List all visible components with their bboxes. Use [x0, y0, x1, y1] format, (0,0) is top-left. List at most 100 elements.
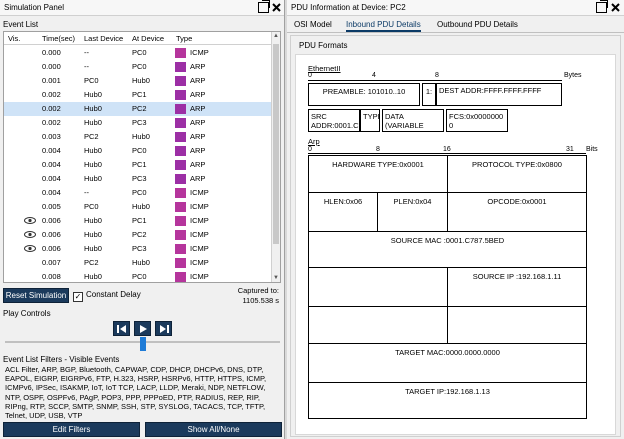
event-at-device: Hub0 [132, 258, 150, 267]
event-type: ICMP [190, 272, 209, 281]
scroll-down-icon[interactable]: ▼ [273, 275, 279, 281]
event-time: 0.006 [42, 230, 61, 239]
event-list-table[interactable]: Vis. Time(sec) Last Device At Device Typ… [3, 31, 281, 283]
event-at-device: PC3 [132, 244, 147, 253]
event-last-device: Hub0 [84, 230, 102, 239]
pdu-panel-title: PDU Information at Device: PC2 [291, 3, 406, 12]
table-header: Vis. Time(sec) Last Device At Device Typ… [4, 32, 272, 45]
event-time: 0.003 [42, 132, 61, 141]
table-row[interactable]: 0.006 Hub0 PC2 ICMP [4, 228, 272, 242]
fcs-field: FCS:0x0000000 0 [446, 109, 508, 132]
table-row[interactable]: 0.003 PC2 Hub0 ARP [4, 130, 272, 144]
table-row[interactable]: 0.001 PC0 Hub0 ARP [4, 74, 272, 88]
event-last-device: -- [84, 188, 89, 197]
event-type: ICMP [190, 230, 209, 239]
arp-unit-label: Bits [586, 146, 598, 153]
event-last-device: -- [84, 48, 89, 57]
col-time[interactable]: Time(sec) [42, 34, 75, 43]
eth-tick-8: 8 [435, 72, 439, 79]
plen-field: PLEN:0x04 [377, 192, 448, 232]
edit-filters-button[interactable]: Edit Filters [3, 422, 140, 437]
show-all-none-button[interactable]: Show All/None [145, 422, 282, 437]
eye-icon[interactable] [24, 245, 36, 252]
close-icon[interactable] [271, 2, 282, 13]
source-mac-cont-field [308, 267, 448, 307]
table-row[interactable]: 0.006 Hub0 PC3 ICMP [4, 242, 272, 256]
step-back-button[interactable] [113, 321, 130, 336]
tab-outbound-pdu-details[interactable]: Outbound PDU Details [437, 20, 518, 29]
sfd-field: 1: [422, 83, 436, 106]
col-type[interactable]: Type [176, 34, 192, 43]
event-at-device: PC3 [132, 174, 147, 183]
event-type: ICMP [190, 216, 209, 225]
event-last-device: Hub0 [84, 244, 102, 253]
event-color-swatch [175, 48, 186, 58]
event-at-device: PC1 [132, 160, 147, 169]
event-color-swatch [175, 216, 186, 226]
event-time: 0.002 [42, 104, 61, 113]
play-button[interactable] [134, 321, 151, 336]
table-row[interactable]: 0.000 -- PC0 ARP [4, 60, 272, 74]
event-last-device: Hub0 [84, 216, 102, 225]
table-row[interactable]: 0.007 PC2 Hub0 ICMP [4, 256, 272, 270]
table-row[interactable]: 0.006 Hub0 PC1 ICMP [4, 214, 272, 228]
event-list-scrollbar[interactable]: ▲ ▼ [271, 32, 280, 282]
table-row[interactable]: 0.002 Hub0 PC1 ARP [4, 88, 272, 102]
protocol-type-field: PROTOCOL TYPE:0x0800 [447, 155, 587, 193]
undock-icon[interactable] [258, 0, 270, 13]
event-at-device: Hub0 [132, 202, 150, 211]
event-color-swatch [175, 174, 186, 184]
col-vis[interactable]: Vis. [8, 34, 20, 43]
pdu-formats-label: PDU Formats [299, 41, 348, 50]
event-last-device: Hub0 [84, 146, 102, 155]
event-color-swatch [175, 90, 186, 100]
reset-simulation-button[interactable]: Reset Simulation [3, 288, 69, 303]
event-type: ARP [190, 62, 206, 71]
undock-icon[interactable] [596, 0, 608, 13]
event-color-swatch [175, 76, 186, 86]
step-forward-button[interactable] [155, 321, 172, 336]
event-last-device: -- [84, 62, 89, 71]
playback-slider-thumb[interactable] [140, 337, 146, 351]
scrollbar-thumb[interactable] [273, 44, 279, 244]
table-row[interactable]: 0.004 -- PC0 ICMP [4, 186, 272, 200]
ethernet-label: EthernetII [308, 64, 341, 73]
eye-icon[interactable] [24, 217, 36, 224]
event-at-device: PC2 [132, 230, 147, 239]
eye-icon[interactable] [24, 231, 36, 238]
event-color-swatch [175, 258, 186, 268]
table-row[interactable]: 0.004 Hub0 PC1 ARP [4, 158, 272, 172]
tab-inbound-pdu-details[interactable]: Inbound PDU Details [346, 20, 421, 32]
preamble-field: PREAMBLE: 101010..10 [308, 83, 420, 106]
event-last-device: PC2 [84, 132, 99, 141]
event-last-device: Hub0 [84, 118, 102, 127]
src-addr-field: SRC ADDR:0001.C787.5B [308, 109, 360, 132]
event-at-device: PC0 [132, 146, 147, 155]
event-type: ARP [190, 90, 206, 99]
event-time: 0.008 [42, 272, 61, 281]
event-time: 0.004 [42, 188, 61, 197]
arp-tick-31: 31 [566, 146, 574, 153]
table-row[interactable]: 0.002 Hub0 PC2 ARP [4, 102, 272, 116]
tab-osi-model[interactable]: OSI Model [294, 20, 332, 29]
table-row[interactable]: 0.002 Hub0 PC3 ARP [4, 116, 272, 130]
checkmark-icon[interactable]: ✓ [73, 292, 83, 302]
eth-ruler [308, 80, 562, 81]
table-row[interactable]: 0.004 Hub0 PC0 ARP [4, 144, 272, 158]
col-at-device[interactable]: At Device [132, 34, 164, 43]
constant-delay-checkbox[interactable]: ✓ Constant Delay [73, 290, 141, 302]
table-row[interactable]: 0.005 PC0 Hub0 ICMP [4, 200, 272, 214]
event-time: 0.004 [42, 174, 61, 183]
table-row[interactable]: 0.004 Hub0 PC3 ARP [4, 172, 272, 186]
col-last-device[interactable]: Last Device [84, 34, 123, 43]
simulation-panel-titlebar: Simulation Panel [0, 0, 284, 16]
table-row[interactable]: 0.000 -- PC0 ICMP [4, 46, 272, 60]
table-row[interactable]: 0.008 Hub0 PC0 ICMP [4, 270, 272, 282]
event-time: 0.005 [42, 202, 61, 211]
close-icon[interactable] [610, 2, 621, 13]
event-color-swatch [175, 202, 186, 212]
arp-tick-0: 0 [308, 146, 312, 153]
filters-title: Event List Filters - Visible Events [3, 355, 120, 364]
scroll-up-icon[interactable]: ▲ [273, 33, 279, 39]
eth-unit-label: Bytes [564, 72, 582, 79]
